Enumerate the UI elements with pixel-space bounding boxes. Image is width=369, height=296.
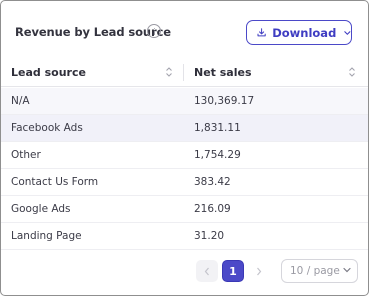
table-row[interactable]: Contact Us Form 383.42: [1, 169, 368, 196]
chevron-left-icon: [204, 267, 209, 275]
table-row[interactable]: Landing Page 31.20: [1, 223, 368, 250]
net-sales-cell: 216.09: [194, 203, 231, 215]
chevron-down-icon: [344, 30, 351, 35]
sort-icon[interactable]: [348, 66, 356, 78]
table-row[interactable]: Google Ads 216.09: [1, 196, 368, 223]
next-page-button[interactable]: [248, 260, 270, 282]
download-button[interactable]: Download: [246, 20, 352, 45]
revenue-card: Revenue by Lead source Download Lead sou…: [0, 0, 369, 296]
chevron-down-icon: [343, 267, 351, 273]
lead-source-cell: Landing Page: [11, 230, 82, 242]
download-icon: [257, 28, 266, 37]
net-sales-cell: 383.42: [194, 176, 231, 188]
lead-source-cell: Contact Us Form: [11, 176, 99, 188]
previous-page-button[interactable]: [196, 260, 218, 282]
column-header-lead-source[interactable]: Lead source: [11, 66, 86, 79]
net-sales-cell: 130,369.17: [194, 95, 255, 107]
lead-source-cell: Facebook Ads: [11, 122, 83, 134]
net-sales-cell: 31.20: [194, 230, 225, 242]
info-icon[interactable]: [147, 24, 161, 38]
page-size-select[interactable]: 10 / page: [281, 259, 358, 283]
chevron-right-icon: [257, 267, 262, 275]
table-row[interactable]: Facebook Ads 1,831.11: [1, 115, 368, 142]
lead-source-cell: Google Ads: [11, 203, 71, 215]
table-row[interactable]: Other 1,754.29: [1, 142, 368, 169]
net-sales-cell: 1,831.11: [194, 122, 241, 134]
table-body: N/A 130,369.17 Facebook Ads 1,831.11 Oth…: [1, 88, 368, 250]
table-row[interactable]: N/A 130,369.17: [1, 88, 368, 115]
column-header-net-sales[interactable]: Net sales: [194, 66, 252, 79]
column-divider: [183, 64, 184, 81]
net-sales-cell: 1,754.29: [194, 149, 241, 161]
lead-source-cell: N/A: [11, 95, 30, 107]
table-header: Lead source Net sales: [1, 57, 368, 87]
download-label: Download: [272, 25, 337, 40]
sort-icon[interactable]: [165, 66, 173, 78]
lead-source-cell: Other: [11, 149, 41, 161]
page-1-button[interactable]: 1: [222, 260, 244, 282]
page-size-value: 10 / page: [290, 265, 340, 277]
